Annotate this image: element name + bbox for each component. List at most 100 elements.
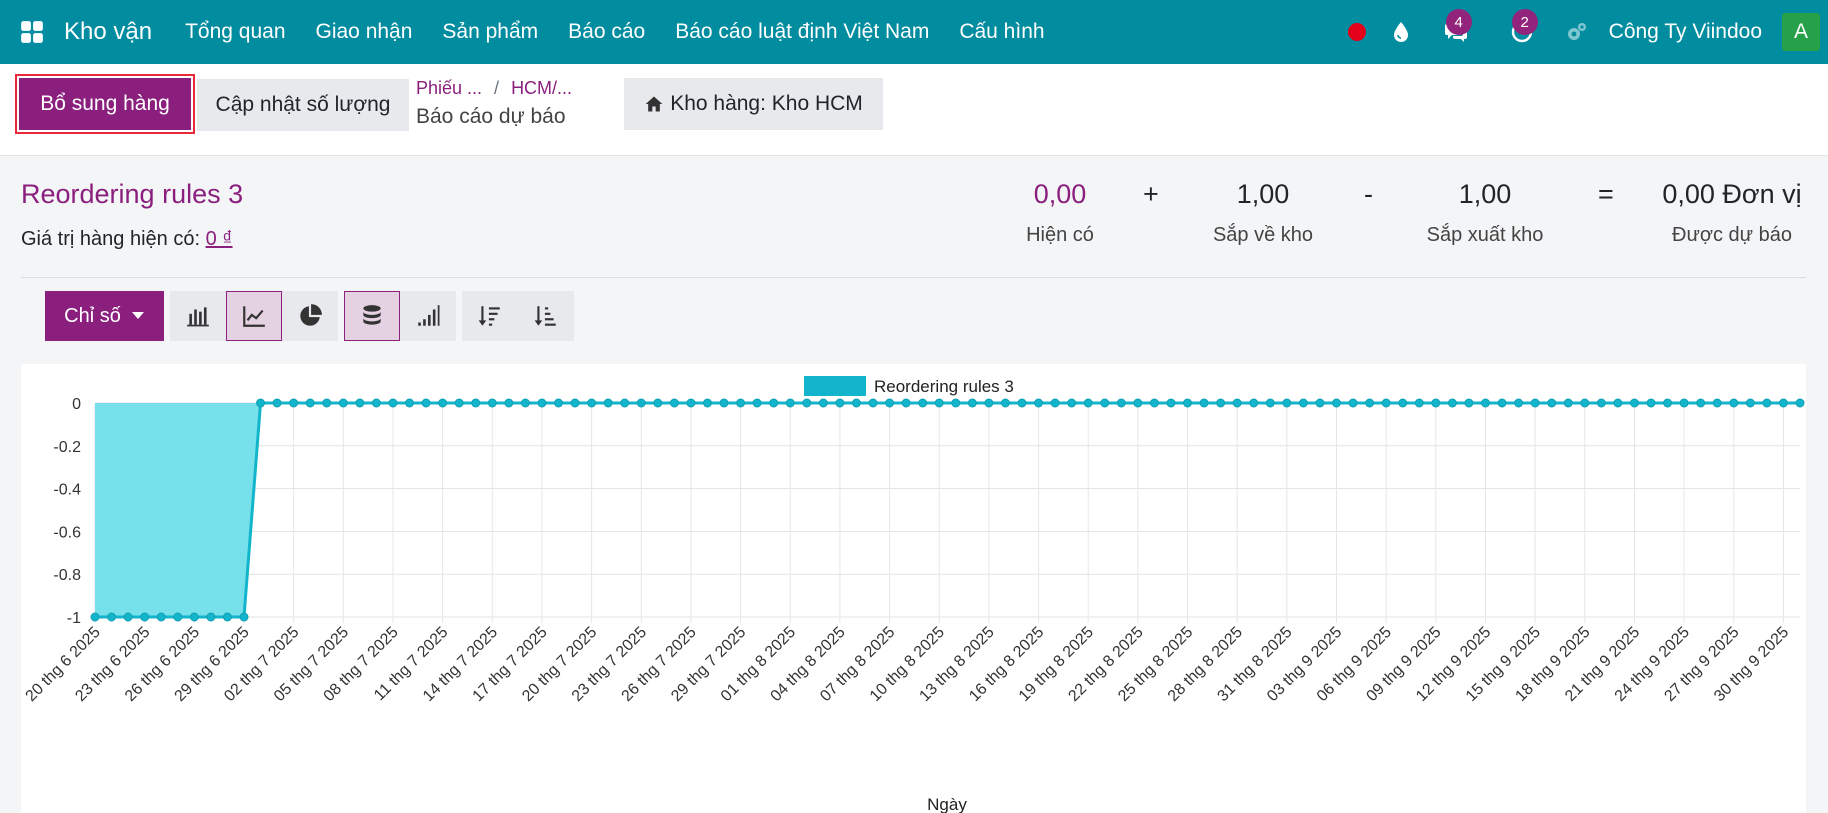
breadcrumb-hcm[interactable]: HCM/... — [511, 78, 572, 99]
data-point — [156, 612, 166, 622]
data-point — [206, 612, 216, 622]
data-point — [256, 398, 266, 408]
data-point — [769, 398, 779, 408]
messages-icon[interactable]: 4 — [1423, 0, 1489, 64]
y-tick-label: -0.4 — [53, 482, 81, 499]
data-point — [123, 612, 133, 622]
menu-overview[interactable]: Tổng quan — [170, 20, 300, 44]
data-point — [1613, 398, 1623, 408]
data-point — [1017, 398, 1027, 408]
data-point — [1050, 398, 1060, 408]
data-point — [1596, 398, 1606, 408]
data-point — [289, 398, 299, 408]
outgoing-label: Sắp xuất kho — [1426, 224, 1544, 246]
menu-operations[interactable]: Giao nhận — [301, 20, 428, 44]
stock-value-amount[interactable]: 0 ₫ — [206, 228, 233, 250]
forecast-value: 0,00 Đơn vị — [1662, 179, 1802, 209]
data-point — [405, 398, 415, 408]
activities-clock-icon[interactable]: 2 — [1489, 0, 1555, 64]
data-point — [736, 398, 746, 408]
data-point — [1497, 398, 1507, 408]
data-point — [305, 398, 315, 408]
breadcrumb-picking[interactable]: Phiếu ... — [416, 78, 482, 99]
sort-asc-icon[interactable] — [518, 291, 574, 341]
recording-icon[interactable] — [1335, 0, 1379, 64]
y-tick-label: -0.6 — [53, 524, 81, 541]
data-point — [438, 398, 448, 408]
breadcrumb-separator: / — [494, 78, 500, 98]
product-title[interactable]: Reordering rules 3 — [21, 179, 243, 210]
data-point — [587, 398, 597, 408]
graph-toolbar: Chỉ số — [45, 291, 574, 341]
company-switcher[interactable]: Công Ty Viindoo — [1609, 20, 1762, 44]
data-point — [1232, 398, 1242, 408]
menu-configuration[interactable]: Cấu hình — [944, 20, 1059, 44]
replenish-button-highlight: Bổ sung hàng — [15, 74, 195, 134]
measures-dropdown[interactable]: Chỉ số — [45, 291, 164, 341]
data-point — [1663, 398, 1673, 408]
replenish-button[interactable]: Bổ sung hàng — [19, 78, 191, 130]
data-point — [1778, 398, 1788, 408]
data-point — [620, 398, 630, 408]
data-point — [1183, 398, 1193, 408]
data-point — [1083, 398, 1093, 408]
pie-chart-icon[interactable] — [282, 291, 338, 341]
y-tick-label: -0.2 — [53, 439, 81, 456]
drop-icon[interactable] — [1379, 0, 1423, 64]
user-avatar[interactable]: A — [1782, 13, 1820, 51]
control-panel: Bổ sung hàng Cập nhật số lượng Phiếu ...… — [0, 64, 1828, 156]
menu-products[interactable]: Sản phẩm — [427, 20, 553, 44]
on-hand-label: Hiện có — [1026, 224, 1094, 246]
data-point — [1629, 398, 1639, 408]
data-point — [322, 398, 332, 408]
data-point — [1365, 398, 1375, 408]
data-point — [1762, 398, 1772, 408]
top-navbar: Kho vận Tổng quan Giao nhận Sản phẩm Báo… — [0, 0, 1828, 64]
data-point — [1348, 398, 1358, 408]
forecast-chart: 0 -0.2 -0.4 -0.6 -0.8 -1 20 thg 6 2025 23 thg 6… — [21, 364, 1806, 813]
data-point — [1580, 398, 1590, 408]
data-point — [1133, 398, 1143, 408]
stock-value-line: Giá trị hàng hiện có: 0 ₫ — [21, 228, 233, 251]
incoming-stat: 1,00 Sắp về kho — [1193, 179, 1333, 247]
on-hand-value[interactable]: 0,00 — [1008, 179, 1112, 210]
data-point — [272, 398, 282, 408]
bar-chart-icon[interactable] — [170, 291, 226, 341]
data-point — [520, 398, 530, 408]
update-quantity-button[interactable]: Cập nhật số lượng — [197, 79, 409, 131]
data-point — [1696, 398, 1706, 408]
data-point — [1282, 398, 1292, 408]
warehouse-label: Kho hàng: Kho HCM — [670, 92, 863, 115]
data-point — [140, 612, 150, 622]
forecast-stat: 0,00 Đơn vị Được dự báo — [1652, 179, 1812, 247]
stacked-icon[interactable] — [344, 291, 400, 341]
cumulative-icon[interactable] — [400, 291, 456, 341]
minus-operator: - — [1364, 179, 1373, 209]
data-point — [702, 398, 712, 408]
data-point — [1298, 398, 1308, 408]
data-point — [107, 612, 117, 622]
menu-reporting[interactable]: Báo cáo — [553, 20, 660, 44]
data-point — [1216, 398, 1226, 408]
apps-menu-icon[interactable] — [0, 0, 64, 64]
data-point — [1149, 398, 1159, 408]
data-point — [967, 398, 977, 408]
y-tick-label: 0 — [72, 396, 81, 413]
data-point — [686, 398, 696, 408]
data-point — [851, 398, 861, 408]
data-point — [1464, 398, 1474, 408]
data-point — [1729, 398, 1739, 408]
warehouse-selector[interactable]: Kho hàng: Kho HCM — [624, 78, 883, 130]
menu-vn-legal-reports[interactable]: Báo cáo luật định Việt Nam — [660, 20, 944, 44]
app-name[interactable]: Kho vận — [64, 18, 152, 46]
data-point — [603, 398, 613, 408]
data-point — [1431, 398, 1441, 408]
page-title: Báo cáo dự báo — [416, 105, 566, 128]
sort-desc-icon[interactable] — [462, 291, 518, 341]
data-point — [1414, 398, 1424, 408]
divider — [21, 277, 1806, 278]
outgoing-stat: 1,00 Sắp xuất kho — [1410, 179, 1560, 247]
settings-gears-icon[interactable] — [1555, 0, 1599, 64]
data-point — [222, 612, 232, 622]
line-chart-icon[interactable] — [226, 291, 282, 341]
